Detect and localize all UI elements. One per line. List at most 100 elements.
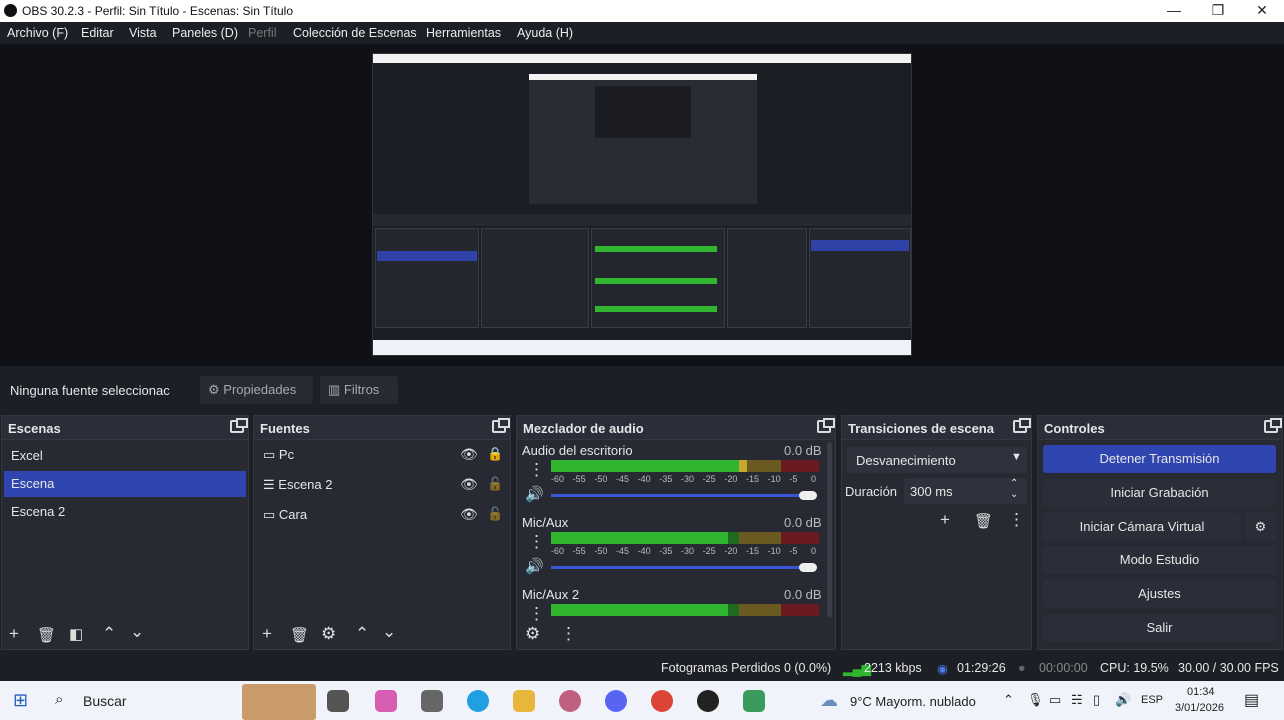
microphone-icon[interactable]: 🎙 [1027,692,1044,708]
clock-date[interactable]: 3/01/2026 [1175,702,1224,714]
stream-icon: ◉ [937,662,948,676]
up-arrow-icon[interactable]: ⌃ [102,624,116,644]
source-item[interactable]: ▭ Pc [263,447,294,463]
volume-slider-knob[interactable] [799,491,817,500]
volume-slider[interactable] [551,494,807,497]
unlock-icon[interactable]: 🔓 [487,506,503,522]
app-icon[interactable] [743,690,765,712]
discord-icon[interactable] [605,690,627,712]
close-button[interactable]: ✕ [1240,0,1284,22]
weather-label[interactable]: 9°C Mayorm. nublado [850,694,976,709]
taskbar-search-label[interactable]: Buscar [83,693,127,709]
up-arrow-icon[interactable]: ⌃ [355,624,369,644]
lock-icon[interactable]: 🔒 [487,446,503,462]
settings-app-icon[interactable] [421,690,443,712]
menu-coleccion[interactable]: Colección de Escenas [293,26,417,40]
app-icon[interactable] [559,690,581,712]
gear-icon: ⚙ [208,382,220,397]
settings-button[interactable]: Ajustes [1043,580,1276,608]
notifications-icon[interactable]: ▤ [1244,690,1259,710]
menu-editar[interactable]: Editar [81,26,114,40]
obs-taskbar-icon[interactable] [697,690,719,712]
network-icon[interactable]: ▭ [1049,692,1061,708]
wifi-icon[interactable]: ☵ [1071,692,1083,708]
trash-icon[interactable]: 🗑 [290,626,309,644]
clock-time[interactable]: 01:34 [1187,686,1215,698]
windows-start-icon[interactable]: ⊞ [13,690,28,711]
title-bar: OBS 30.2.3 - Perfil: Sin Título - Escena… [0,0,1284,22]
maximize-button[interactable]: ❐ [1196,0,1240,22]
undock-icon[interactable] [817,418,835,433]
start-virtual-camera-button[interactable]: Iniciar Cámara Virtual [1043,513,1241,541]
menu-dots-icon[interactable]: ⋮ [528,604,545,624]
menu-vista[interactable]: Vista [129,26,157,40]
add-icon[interactable]: + [262,624,272,644]
scene-item-selected[interactable]: Escena [4,471,246,497]
speaker-icon[interactable]: 🔊 [525,557,544,575]
properties-button[interactable]: ⚙ Propiedades [200,376,313,404]
language-indicator[interactable]: ESP [1141,694,1163,706]
menu-paneles[interactable]: Paneles (D) [172,26,238,40]
chevron-down-icon[interactable]: ⌄ [1010,489,1018,500]
menu-dots-icon[interactable]: ⋮ [528,460,545,480]
eye-icon[interactable]: 👁 [460,446,478,463]
duration-stepper[interactable]: 300 ms ⌃ ⌄ [904,478,1027,504]
mixer-channel-name: Audio del escritorio [522,443,633,458]
minimize-button[interactable]: — [1152,0,1196,22]
studio-mode-button[interactable]: Modo Estudio [1043,546,1276,574]
filter-icon[interactable]: ◧ [69,625,83,643]
menu-herramientas[interactable]: Herramientas [426,26,501,40]
volume-meter [551,604,819,616]
trash-icon[interactable]: 🗑 [37,626,56,644]
menu-dots-icon[interactable]: ⋮ [560,624,577,644]
down-arrow-icon[interactable]: ⌄ [130,622,144,642]
filters-button[interactable]: ▥ Filtros [320,376,398,404]
mixer-scrollbar[interactable] [827,442,832,617]
volume-slider[interactable] [551,566,807,569]
transition-select[interactable]: Desvanecimiento ▼ [847,447,1027,473]
undock-icon[interactable] [1264,418,1282,433]
unlock-icon[interactable]: 🔓 [487,476,503,492]
scene-item[interactable]: Escena 2 [4,499,246,525]
task-view-icon[interactable] [327,690,349,712]
trash-icon[interactable]: 🗑 [974,512,993,530]
volume-slider-knob[interactable] [799,563,817,572]
scene-item[interactable]: Excel [4,443,246,469]
start-recording-button[interactable]: Iniciar Grabación [1043,479,1276,507]
menu-perfil[interactable]: Perfil [248,26,276,40]
add-icon[interactable]: + [9,624,19,644]
mixer-channel-db: 0.0 dB [784,443,822,458]
gear-icon[interactable]: ⚙ [321,624,336,644]
exit-button[interactable]: Salir [1043,614,1276,642]
volume-icon[interactable]: 🔊 [1115,692,1131,708]
eye-icon[interactable]: 👁 [460,476,478,493]
menu-ayuda[interactable]: Ayuda (H) [517,26,573,40]
chevron-up-icon[interactable]: ⌃ [1003,692,1014,708]
chrome-icon[interactable] [651,690,673,712]
undock-icon[interactable] [1013,418,1031,433]
eye-icon[interactable]: 👁 [460,506,478,523]
menu-dots-icon[interactable]: ⋮ [528,532,545,552]
undock-icon[interactable] [230,418,248,433]
sources-title: Fuentes [260,421,310,436]
scale-tick: -20 [724,546,738,556]
edge-icon[interactable] [467,690,489,712]
battery-icon[interactable]: ▯ [1093,692,1100,708]
source-item[interactable]: ▭ Cara [263,507,307,523]
undock-icon[interactable] [492,418,510,433]
virtual-camera-settings-button[interactable]: ⚙ [1245,513,1276,541]
add-icon[interactable]: + [940,510,950,530]
copilot-icon[interactable] [375,690,397,712]
search-icon: ⌕ [55,691,64,708]
controls-title: Controles [1044,421,1105,436]
chevron-up-icon[interactable]: ⌃ [1010,478,1018,489]
menu-dots-icon[interactable]: ⋮ [1008,510,1025,530]
mixer-title: Mezclador de audio [523,421,644,436]
down-arrow-icon[interactable]: ⌄ [382,622,396,642]
speaker-icon[interactable]: 🔊 [525,485,544,503]
stop-streaming-button[interactable]: Detener Transmisión [1043,445,1276,473]
gear-icon[interactable]: ⚙ [525,624,540,644]
file-explorer-icon[interactable] [513,690,535,712]
menu-archivo[interactable]: Archivo (F) [7,26,68,40]
source-item[interactable]: ☰ Escena 2 [263,477,332,493]
